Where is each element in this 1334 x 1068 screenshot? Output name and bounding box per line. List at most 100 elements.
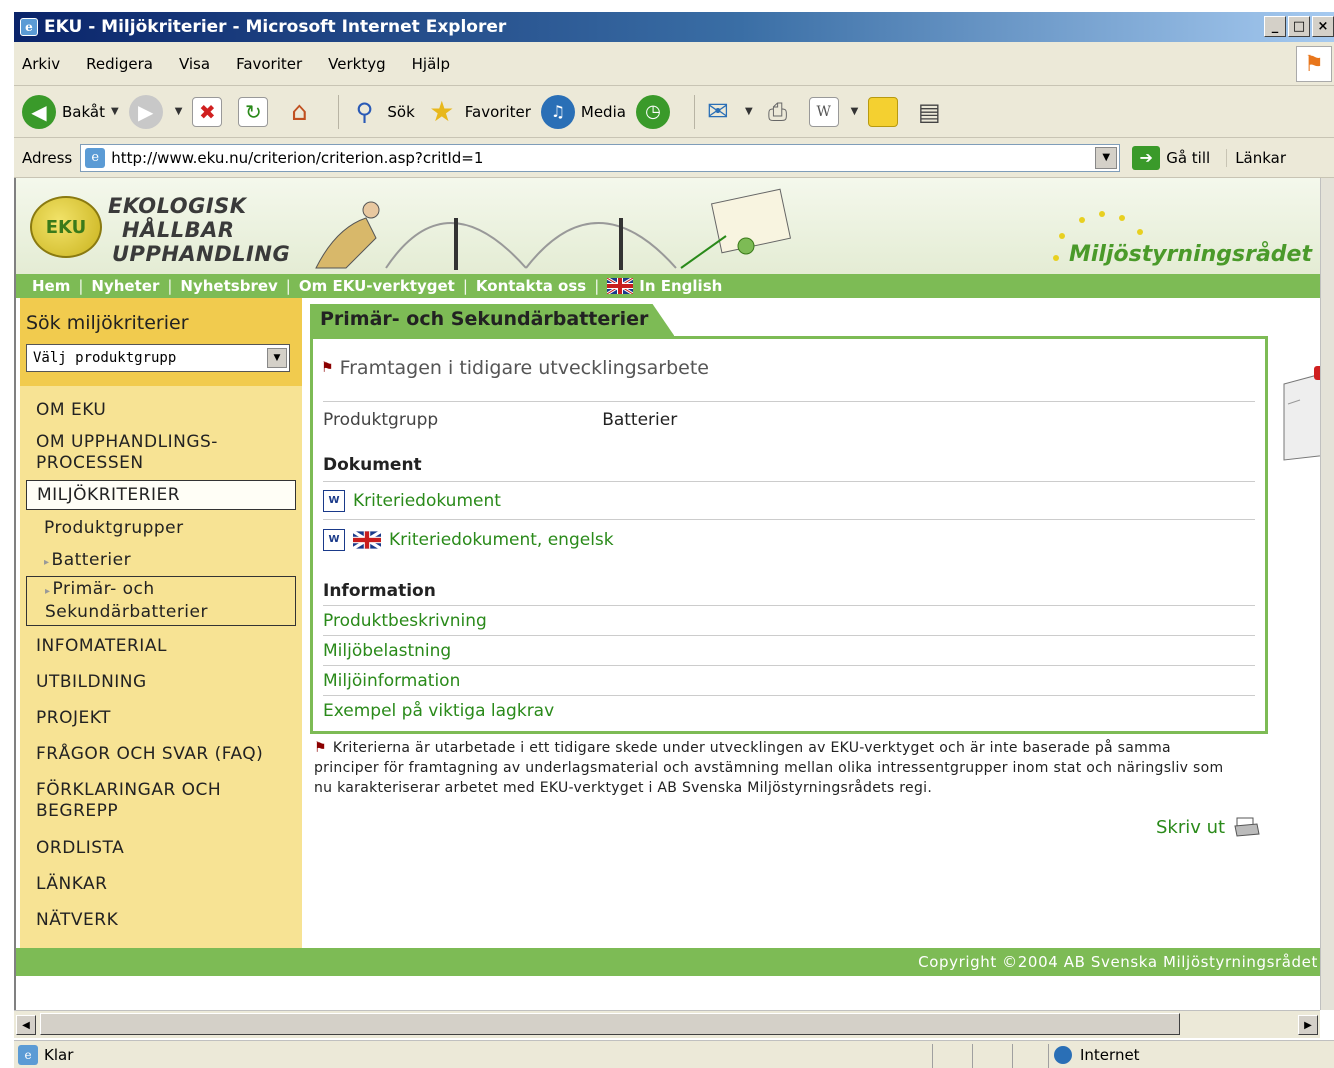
address-bar: Adress e http://www.eku.nu/criterion/cri… (14, 138, 1334, 178)
vertical-scrollbar[interactable] (1320, 178, 1334, 1010)
menu-verktyg[interactable]: Verktyg (328, 55, 385, 73)
sidebar-item-miljokriterier[interactable]: MILJÖKRITERIER (26, 480, 296, 510)
info-link-miljoinformation[interactable]: Miljöinformation (323, 665, 1255, 695)
sidebar-item-faq[interactable]: FRÅGOR OCH SVAR (FAQ) (20, 734, 302, 770)
address-input[interactable]: e http://www.eku.nu/criterion/criterion.… (80, 143, 1121, 172)
windows-logo-icon: ⚑ (1296, 46, 1332, 82)
home-icon: ⌂ (291, 96, 308, 127)
edit-dropdown-icon[interactable]: ▼ (851, 106, 859, 117)
page-viewport: EKU EKOLOGISK HÅLLBAR UPPHANDLING Miljös… (14, 178, 1320, 1010)
history-button[interactable]: ◷ (635, 94, 676, 129)
menu-bar: Arkiv Redigera Visa Favoriter Verktyg Hj… (14, 42, 1334, 86)
menu-hjalp[interactable]: Hjälp (412, 55, 450, 73)
maximize-button[interactable]: □ (1288, 16, 1310, 37)
product-group-select[interactable]: Välj produktgrupp ▼ (26, 344, 290, 372)
sidebar: Sök miljökriterier Välj produktgrupp ▼ O… (20, 298, 302, 948)
globe-icon (1054, 1046, 1072, 1064)
status-divider (1048, 1044, 1049, 1068)
sidebar-item-om-upphandlingsprocessen[interactable]: OM UPPHANDLINGS- PROCESSEN (20, 426, 302, 480)
history-icon: ◷ (635, 94, 670, 129)
select-dropdown-icon[interactable]: ▼ (267, 348, 287, 368)
minimize-button[interactable]: _ (1264, 16, 1286, 37)
horizontal-scrollbar[interactable]: ◀ ▶ (14, 1010, 1320, 1038)
forward-button[interactable]: ▶ ▼ (128, 94, 183, 129)
media-button[interactable]: ♫ Media (540, 94, 626, 129)
battery-illustration (1283, 366, 1320, 461)
favorites-button[interactable]: ★ Favoriter (425, 95, 531, 129)
sidebar-item-utbildning[interactable]: UTBILDNING (20, 662, 302, 698)
document-link-criteria[interactable]: W Kriteriedokument (323, 481, 1255, 519)
nav-separator: | (285, 277, 291, 295)
sidebar-item-projekt[interactable]: PROJEKT (20, 698, 302, 734)
site-footer: Copyright ©2004 AB Svenska Miljöstyrning… (16, 948, 1320, 976)
toolbar-separator (338, 94, 340, 129)
red-flag-icon: ⚑ (321, 360, 334, 376)
menu-redigera[interactable]: Redigera (86, 55, 153, 73)
uk-flag-icon (353, 530, 381, 549)
document-link-label: Kriteriedokument, engelsk (389, 529, 614, 550)
status-divider (1012, 1044, 1013, 1068)
eku-logo-text: EKOLOGISK HÅLLBAR UPPHANDLING (108, 194, 290, 266)
sidebar-item-om-eku[interactable]: OM EKU (20, 394, 302, 426)
home-button[interactable]: ⌂ (284, 97, 320, 127)
security-zone: Internet (1054, 1044, 1140, 1066)
nav-nyheter[interactable]: Nyheter (91, 277, 159, 295)
search-heading: Sök miljökriterier (26, 312, 189, 334)
ie-app-icon: e (20, 18, 38, 36)
mail-button[interactable]: ✉ ▼ (703, 97, 753, 127)
select-value: Välj produktgrupp (33, 350, 177, 366)
scroll-right-icon[interactable]: ▶ (1298, 1015, 1318, 1035)
eku-logo[interactable]: EKU (30, 196, 102, 258)
logo-line: UPPHANDLING (112, 242, 291, 266)
links-button[interactable]: Länkar (1226, 148, 1286, 167)
address-label: Adress (22, 148, 73, 167)
nav-kontakta-oss[interactable]: Kontakta oss (476, 277, 586, 295)
info-link-miljobelastning[interactable]: Miljöbelastning (323, 635, 1255, 665)
window-controls: _ □ × (1264, 16, 1334, 37)
media-label: Media (580, 102, 626, 121)
print-button[interactable]: ⎙ (763, 97, 799, 127)
nav-om-eku-verktyget[interactable]: Om EKU-verktyget (299, 277, 455, 295)
nav-in-english[interactable]: In English (639, 277, 722, 295)
search-button[interactable]: ⚲ Sök (347, 95, 415, 129)
sidebar-item-infomaterial[interactable]: INFOMATERIAL (20, 626, 302, 662)
sidebar-item-primar-sekundarbatterier[interactable]: ▸ Primär- och Sekundärbatterier (26, 576, 296, 626)
sidebar-item-lankar[interactable]: LÄNKAR (20, 864, 302, 900)
research-icon: ▤ (918, 97, 941, 126)
nav-nyhetsbrev[interactable]: Nyhetsbrev (180, 277, 277, 295)
back-button[interactable]: ◀ Bakåt ▼ (22, 94, 119, 129)
menu-visa[interactable]: Visa (179, 55, 210, 73)
zone-label: Internet (1080, 1046, 1140, 1064)
criteria-search: Sök miljökriterier Välj produktgrupp ▼ (20, 298, 302, 386)
research-button[interactable]: ▤ (914, 97, 950, 127)
status-bar: e Klar Internet (14, 1040, 1334, 1068)
info-link-lagkrav[interactable]: Exempel på viktiga lagkrav (323, 695, 1255, 725)
menu-arkiv[interactable]: Arkiv (22, 55, 60, 73)
go-button[interactable]: ➔ Gå till (1132, 145, 1210, 170)
discuss-button[interactable] (868, 96, 904, 127)
site-banner: EKU EKOLOGISK HÅLLBAR UPPHANDLING Miljös… (16, 178, 1320, 274)
sidebar-item-ordlista[interactable]: ORDLISTA (20, 828, 302, 864)
nav-hem[interactable]: Hem (32, 277, 70, 295)
forward-dropdown-icon[interactable]: ▼ (175, 106, 183, 117)
document-link-criteria-english[interactable]: W Kriteriedokument, engelsk (323, 519, 1255, 559)
sidebar-item-label: Batterier (51, 550, 132, 570)
sidebar-item-natverk[interactable]: NÄTVERK (20, 900, 302, 936)
menu-favoriter[interactable]: Favoriter (236, 55, 302, 73)
close-button[interactable]: × (1312, 16, 1334, 37)
info-link-produktbeskrivning[interactable]: Produktbeskrivning (323, 605, 1255, 635)
refresh-button[interactable]: ↻ (238, 96, 274, 127)
edit-button[interactable]: W ▼ (808, 96, 859, 127)
sidebar-item-batterier[interactable]: ▸ Batterier (20, 544, 302, 576)
stop-button[interactable]: ✖ (192, 96, 228, 127)
mail-dropdown-icon[interactable]: ▼ (745, 106, 753, 117)
partner-logo[interactable]: Miljöstyrningsrådet (1069, 242, 1312, 267)
sidebar-item-forklaringar-och-begrepp[interactable]: FÖRKLARINGAR OCH BEGREPP (20, 770, 302, 828)
address-dropdown-icon[interactable]: ▼ (1095, 146, 1118, 169)
back-dropdown-icon[interactable]: ▼ (111, 106, 119, 117)
print-link[interactable]: Skriv ut (1156, 816, 1261, 838)
scroll-thumb[interactable] (40, 1013, 1180, 1035)
scroll-left-icon[interactable]: ◀ (16, 1015, 36, 1035)
bullet-icon: ▸ (44, 557, 50, 568)
sidebar-item-produktgrupper[interactable]: Produktgrupper (20, 510, 302, 544)
